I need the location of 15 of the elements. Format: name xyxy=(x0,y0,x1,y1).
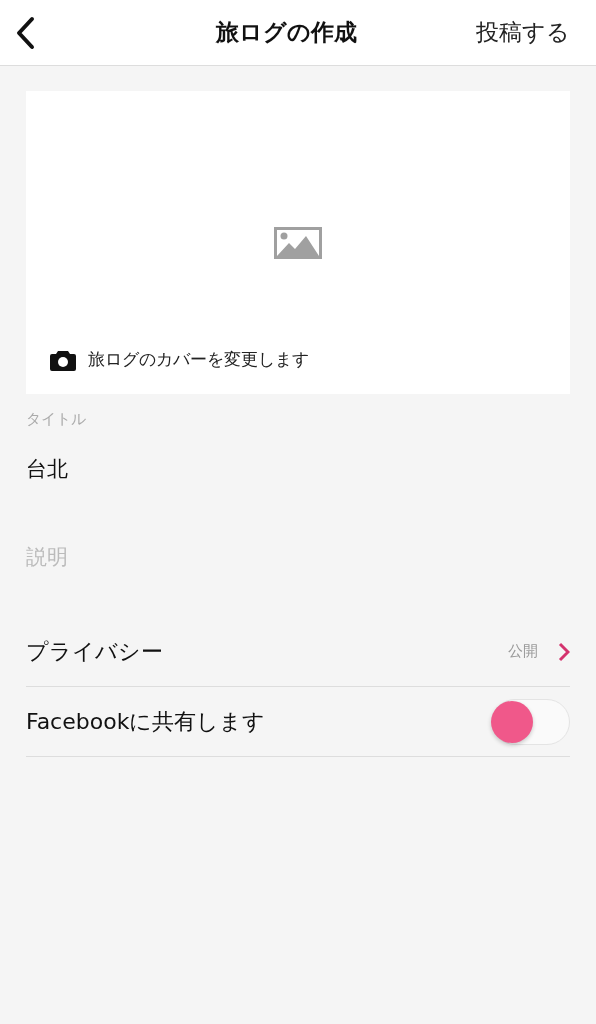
chevron-icon[interactable] xyxy=(558,641,570,662)
toggle-switch[interactable] xyxy=(492,698,570,745)
title-field[interactable]: 台北 xyxy=(26,457,570,481)
cover-card[interactable]: 旅ログのカバーを変更します xyxy=(26,91,570,394)
camera-icon xyxy=(50,348,76,371)
description-field[interactable]: 説明 xyxy=(26,545,570,569)
cover-caption: 旅ログのカバーを変更します xyxy=(88,348,309,371)
post-button[interactable]: 投稿する xyxy=(476,17,570,48)
screen-title: 旅ログの作成 xyxy=(215,18,357,47)
image-icon xyxy=(274,227,322,259)
title-label: タイトル xyxy=(26,410,87,429)
setting-label: Facebookに共有します xyxy=(26,707,267,736)
setting-label: プライバシー xyxy=(26,637,164,666)
back-icon xyxy=(14,15,36,50)
setting-value: 公開 xyxy=(508,642,538,661)
